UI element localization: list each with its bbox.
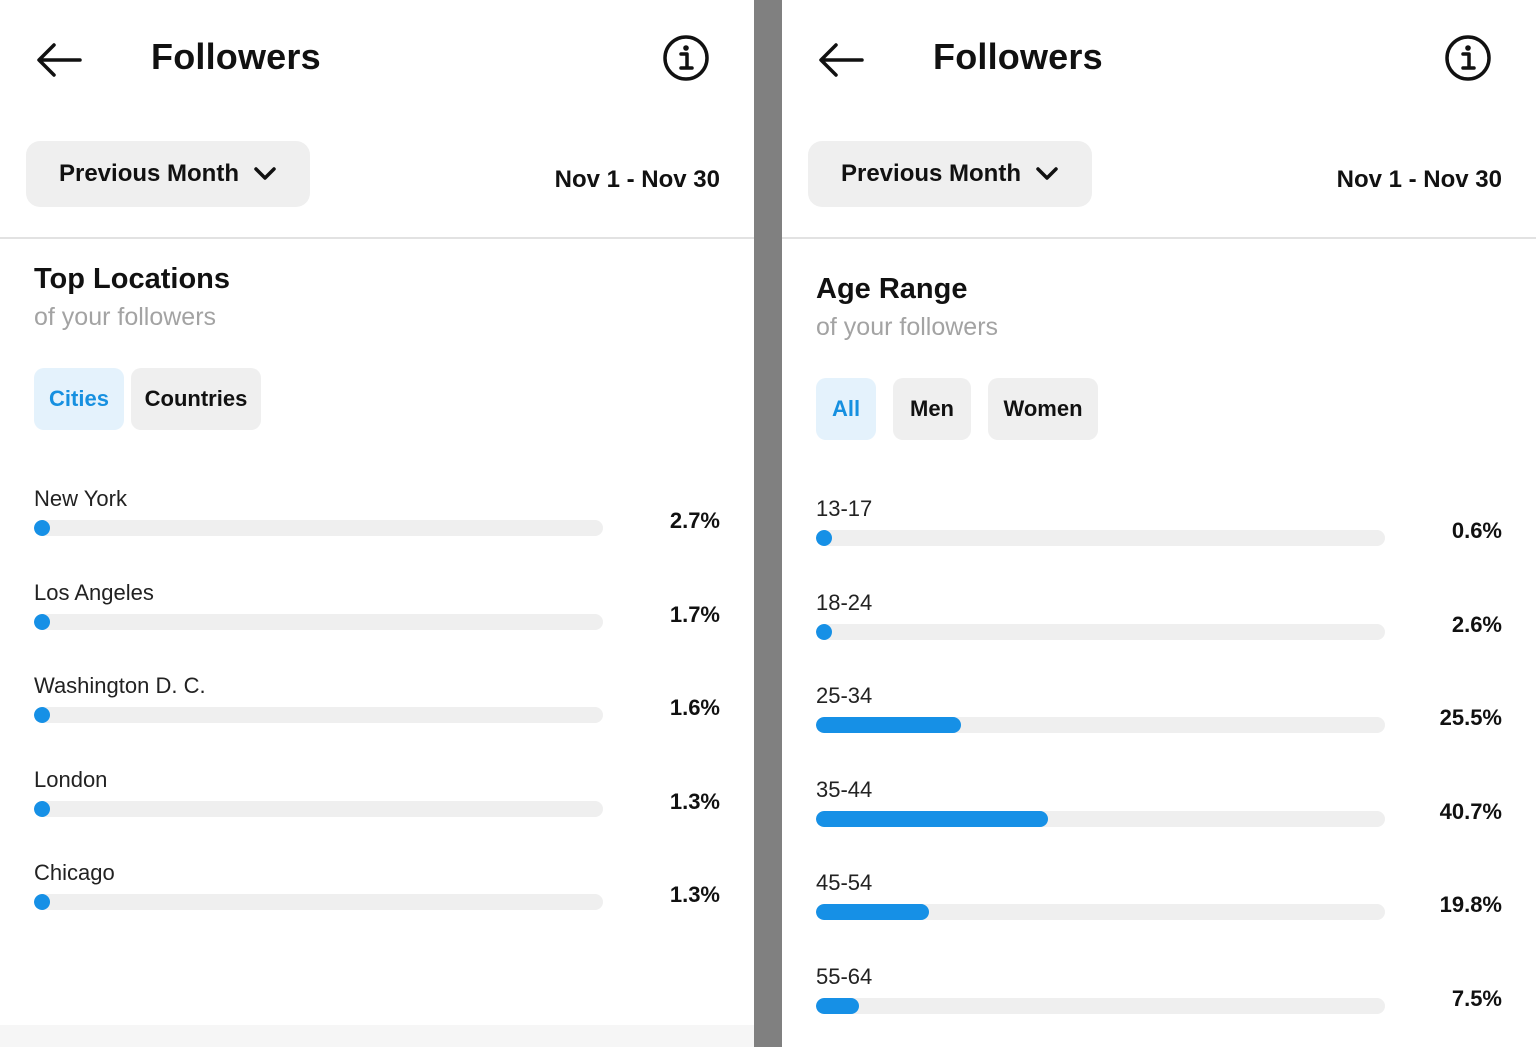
location-label: Chicago	[34, 860, 115, 885]
location-bar-track	[34, 800, 603, 817]
location-row: New York 2.7%	[34, 486, 720, 580]
location-label: New York	[34, 486, 127, 511]
age-range-bar-fill	[816, 530, 832, 546]
period-dropdown-button[interactable]: Previous Month	[808, 141, 1092, 207]
age-range-percentage: 0.6%	[1451, 518, 1502, 543]
location-bar-track	[34, 707, 603, 723]
location-bar-track	[34, 520, 603, 536]
age-range-percentage: 40.7%	[1439, 798, 1502, 824]
location-label: Washington D. C.	[34, 673, 206, 698]
page-title: Followers	[151, 36, 321, 77]
section-title: Top Locations	[34, 263, 231, 295]
location-percentage: 1.3%	[669, 882, 720, 907]
filter-chip-men[interactable]: Men	[893, 378, 971, 440]
chevron-down-icon	[254, 167, 276, 180]
age-range-bar-fill	[816, 904, 929, 920]
location-bar-fill	[34, 707, 50, 723]
followers-panel-age: Followers Previous Month Nov 1 - Nov 30 …	[782, 0, 1536, 1047]
filter-chip-women[interactable]: Women	[988, 378, 1098, 440]
age-range-row: 45-54 19.8%	[816, 870, 1502, 964]
age-range-percentage: 2.6%	[1451, 611, 1502, 637]
age-range-bar-track	[816, 717, 1385, 733]
age-range-bar-fill	[816, 997, 859, 1014]
location-bar-track	[34, 613, 603, 630]
age-range-bar-track	[816, 997, 1385, 1014]
section-divider	[0, 237, 754, 239]
age-range-bar-track	[816, 904, 1385, 920]
age-range-bar-fill	[816, 717, 962, 733]
bottom-strip	[0, 1025, 754, 1047]
age-range-bar-track	[816, 530, 1385, 546]
location-bar-fill	[34, 894, 50, 910]
section-subtitle: of your followers	[816, 313, 999, 341]
page-title: Followers	[933, 36, 1103, 77]
filter-chip-all[interactable]: All	[816, 378, 876, 440]
section-subtitle: of your followers	[34, 303, 217, 331]
age-range-label: 13-17	[816, 496, 873, 521]
location-label: Los Angeles	[34, 579, 154, 605]
age-range-label: 18-24	[816, 589, 873, 615]
age-list: 13-17 0.6% 18-24 2.6% 25-34 25.5% 35-44 40.7% 45…	[816, 496, 1502, 1047]
age-range-bar-fill	[816, 810, 1048, 827]
location-percentage: 1.7%	[669, 601, 720, 627]
age-range-percentage: 19.8%	[1439, 892, 1502, 917]
section-title: Age Range	[816, 273, 968, 305]
filter-chip-countries[interactable]: Countries	[131, 368, 261, 430]
location-bar-track	[34, 894, 603, 910]
age-range-percentage: 7.5%	[1451, 985, 1502, 1011]
info-icon[interactable]	[662, 34, 710, 82]
location-row: Washington D. C. 1.6%	[34, 673, 720, 767]
info-icon[interactable]	[1444, 34, 1492, 82]
date-range: Nov 1 - Nov 30	[1336, 166, 1502, 193]
age-range-bar-fill	[816, 623, 832, 640]
age-range-bar-track	[816, 810, 1385, 827]
location-percentage: 1.3%	[669, 788, 720, 814]
section-divider	[782, 237, 1536, 239]
age-range-label: 55-64	[816, 963, 873, 989]
date-range: Nov 1 - Nov 30	[554, 166, 720, 193]
age-range-row: 18-24 2.6%	[816, 590, 1502, 684]
age-range-percentage: 25.5%	[1439, 705, 1502, 730]
age-range-row: 55-64 7.5%	[816, 964, 1502, 1047]
age-range-row: 35-44 40.7%	[816, 777, 1502, 871]
period-dropdown-button[interactable]: Previous Month	[26, 141, 310, 207]
filter-chip-cities[interactable]: Cities	[34, 368, 124, 430]
location-bar-fill	[34, 800, 50, 817]
age-range-row: 25-34 25.5%	[816, 683, 1502, 777]
age-range-label: 45-54	[816, 870, 873, 895]
age-range-row: 13-17 0.6%	[816, 496, 1502, 590]
age-range-label: 25-34	[816, 683, 873, 708]
period-label: Previous Month	[58, 160, 239, 187]
location-row: Los Angeles 1.7%	[34, 580, 720, 674]
screenshot-root: Followers Previous Month Nov 1 - Nov 30 …	[0, 0, 1536, 1047]
location-list: New York 2.7% Los Angeles 1.7% Washington D.…	[34, 486, 720, 954]
location-bar-fill	[34, 520, 50, 536]
chevron-down-icon	[1036, 167, 1058, 180]
panel-divider	[754, 0, 782, 1047]
location-label: London	[34, 766, 108, 792]
period-label: Previous Month	[840, 160, 1021, 187]
location-percentage: 2.7%	[669, 508, 720, 533]
location-filter-tabs: Cities Countries	[34, 368, 261, 430]
age-range-bar-track	[816, 623, 1385, 640]
back-arrow-icon[interactable]	[816, 40, 866, 80]
location-row: London 1.3%	[34, 767, 720, 861]
age-range-label: 35-44	[816, 776, 873, 802]
location-bar-fill	[34, 613, 50, 630]
location-percentage: 1.6%	[669, 695, 720, 720]
location-row: Chicago 1.3%	[34, 860, 720, 954]
back-arrow-icon[interactable]	[34, 40, 84, 80]
followers-panel-locations: Followers Previous Month Nov 1 - Nov 30 …	[0, 0, 754, 1047]
age-filter-tabs: All Men Women	[816, 378, 1098, 440]
